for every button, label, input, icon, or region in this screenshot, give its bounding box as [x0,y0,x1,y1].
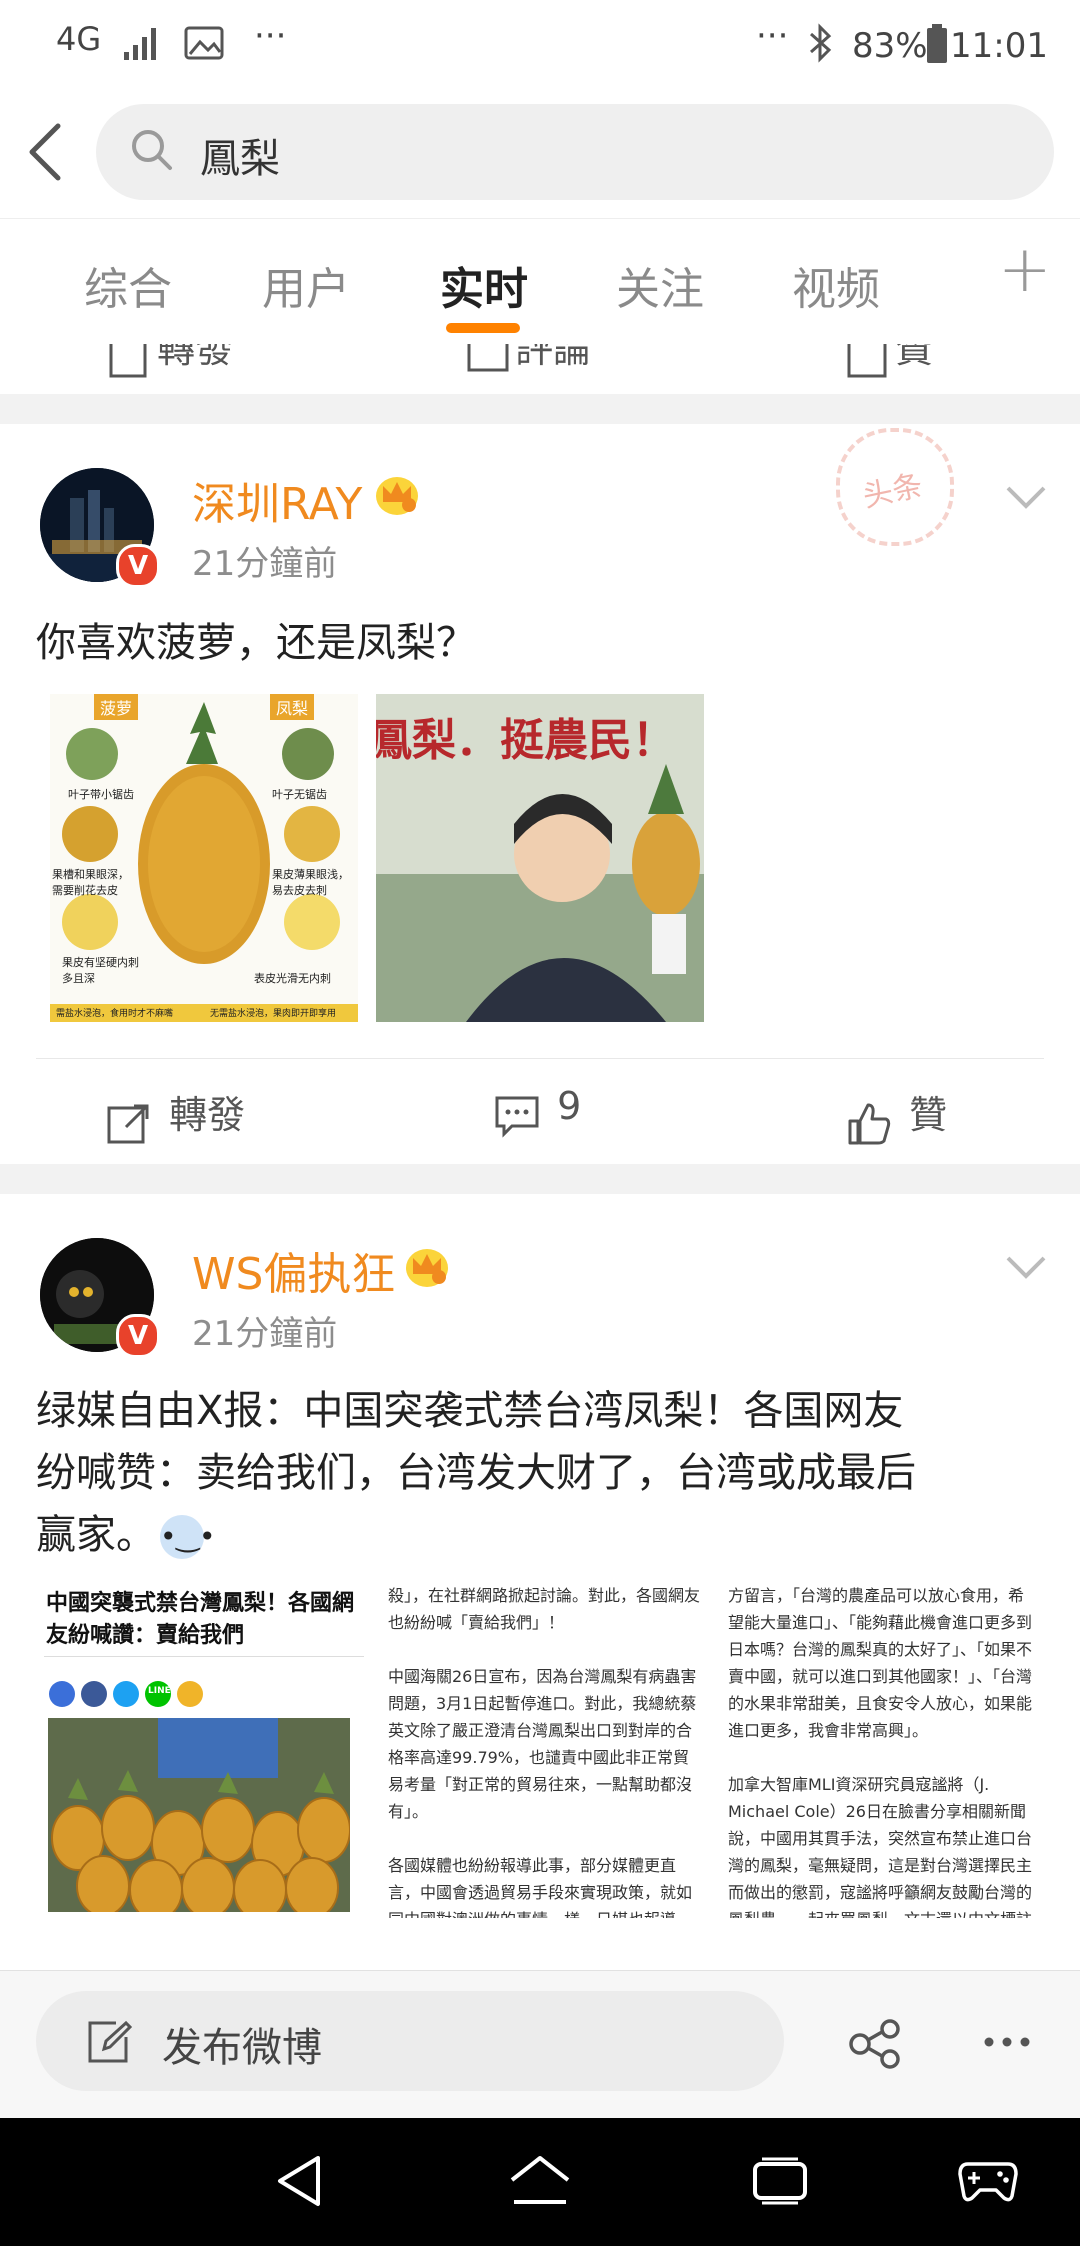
post-time: 21分鐘前 [192,1314,338,1354]
post-text: 你喜欢菠萝，还是凤梨？ [36,620,476,666]
tab-following[interactable]: 关注 [616,253,704,317]
previous-post-actions: 轉發 評論 贊 [0,344,1080,394]
line-badge: LINE [148,1686,171,1696]
active-tab-indicator [446,323,520,333]
edit-icon [86,2019,133,2069]
prev-repost-button[interactable]: 轉發 [108,344,233,380]
headline-stamp-icon: 头条 [836,428,954,546]
repost-button[interactable]: 轉發 [106,1084,245,1147]
post-text: 绿媒自由X报：中国突袭式禁台湾凤梨！各国网友 纷喊赞：卖给我们，台湾发大财了，台… [36,1388,916,1559]
pineapple-comparison-image[interactable]: 菠萝 凤梨 叶子带小锯齿 叶子无锯齿 果槽和果眼深，需要削花去皮 果皮薄果眼浅，… [50,694,358,1022]
search-query: 鳳梨 [200,136,280,182]
emoji-icon: •‿• [160,1515,216,1559]
prev-like-button[interactable]: 贊 [846,344,933,380]
post-card[interactable]: V 深圳RAY 21分鐘前 头条 你喜欢菠萝，还是凤梨？ 菠萝 凤梨 叶子带小锯… [0,424,1080,1164]
post-username[interactable]: WS偏执狂 [192,1238,395,1302]
search-icon [130,128,174,176]
gallery-icon [184,26,224,64]
status-bar: 4G ··· ··· 83% 11:01 [0,0,1080,92]
tab-users[interactable]: 用户 [262,253,350,317]
article-column-2: 殺」，在社群網路掀起討論。對此，各國網友也紛紛喊「賣給我們」！ 中國海關26日宣… [388,1586,701,1918]
verified-badge-icon: V [116,1314,160,1358]
promo-banner-text: 鳳梨．挺農民！ [376,715,676,766]
chevron-down-icon[interactable] [1004,1254,1048,1286]
game-controller-icon[interactable] [958,2158,1018,2208]
article-screenshot-image[interactable]: 中國突襲式禁台灣鳳梨！各國網友紛喊讚：賣給我們 LINE 殺」，在社群網路掀起討… [36,1582,1044,1918]
battery-icon [926,24,948,68]
post-username[interactable]: 深圳RAY [192,468,362,532]
status-more-right: ··· [756,16,789,56]
nav-home-icon[interactable] [508,2152,572,2214]
tab-bar: 综合 用户 实时 关注 视频 + [0,218,1080,346]
tab-general[interactable]: 综合 [84,253,172,317]
tab-realtime[interactable]: 实时 [440,253,528,317]
more-options-icon[interactable] [984,2033,1030,2052]
clock: 11:01 [950,26,1048,66]
divider [36,1058,1044,1059]
compose-button[interactable]: 发布微博 [36,1991,784,2091]
nav-back-icon[interactable] [274,2154,324,2212]
pineapple-crate-photo [48,1718,350,1912]
nav-recents-icon[interactable] [752,2156,808,2210]
post-card[interactable]: V WS偏执狂 21分鐘前 绿媒自由X报：中国突袭式禁台湾凤梨！各国网友 纷喊赞… [0,1194,1080,1970]
crown-icon [374,472,420,520]
article-column-3: 方留言，「台灣的農產品可以放心食用，希望能大量進口」、「能夠藉此機會進口更多到日… [728,1586,1033,1918]
tab-video[interactable]: 视频 [792,253,880,317]
verified-badge-icon: V [116,544,160,588]
add-tab-icon[interactable]: + [998,233,1052,307]
comment-button[interactable]: 9 [494,1084,581,1138]
post-time: 21分鐘前 [192,544,338,584]
article-headline: 中國突襲式禁台灣鳳梨！各國網友紛喊讚：賣給我們 [46,1591,355,1648]
chevron-down-icon[interactable] [1004,484,1048,516]
search-header: 鳳梨 [0,92,1080,218]
compose-label: 发布微博 [162,2025,322,2071]
status-more-icon: ··· [254,16,287,56]
network-type: 4G [56,20,102,58]
bluetooth-icon [808,22,834,68]
search-input[interactable]: 鳳梨 [96,104,1054,200]
prev-comment-button[interactable]: 評論 [466,344,591,380]
bottom-bar: 发布微博 [0,1970,1080,2119]
share-icons [48,1678,238,1714]
pineapple-promo-image[interactable]: 鳳梨．挺農民！ [376,694,704,1022]
share-icon[interactable] [848,2019,902,2073]
back-icon[interactable] [24,120,68,188]
system-nav-bar [0,2118,1080,2246]
crown-icon [404,1244,450,1292]
like-button[interactable]: 贊 [846,1084,947,1147]
signal-icon [122,26,162,66]
battery-percent: 83% [852,26,928,66]
